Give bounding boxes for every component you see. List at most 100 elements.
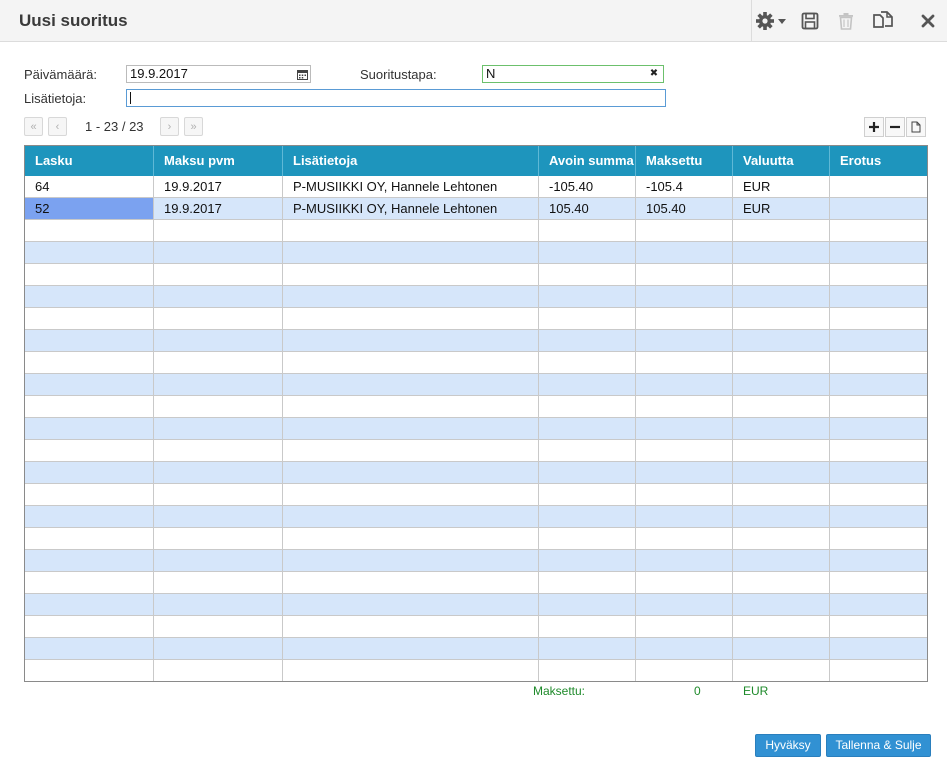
table-cell[interactable]: [154, 330, 283, 352]
table-row[interactable]: [25, 572, 927, 594]
pager-next-button[interactable]: ›: [160, 117, 179, 136]
table-cell[interactable]: [733, 440, 830, 462]
table-cell[interactable]: [25, 572, 154, 594]
table-cell[interactable]: [25, 660, 154, 681]
table-cell[interactable]: P-MUSIIKKI OY, Hannele Lehtonen: [283, 198, 539, 220]
table-cell[interactable]: [636, 660, 733, 681]
pager-prev-button[interactable]: ‹: [48, 117, 67, 136]
table-cell[interactable]: [154, 528, 283, 550]
table-cell[interactable]: [154, 484, 283, 506]
table-cell[interactable]: [154, 572, 283, 594]
table-cell[interactable]: [636, 572, 733, 594]
table-cell[interactable]: [25, 484, 154, 506]
table-cell[interactable]: [733, 418, 830, 440]
table-cell[interactable]: [539, 286, 636, 308]
table-row[interactable]: [25, 330, 927, 352]
table-cell[interactable]: [733, 352, 830, 374]
table-cell[interactable]: [830, 308, 927, 330]
table-cell[interactable]: [830, 572, 927, 594]
table-cell[interactable]: [636, 616, 733, 638]
table-cell[interactable]: [733, 616, 830, 638]
table-cell[interactable]: 105.40: [636, 198, 733, 220]
table-cell[interactable]: [830, 506, 927, 528]
table-cell[interactable]: [283, 594, 539, 616]
table-row[interactable]: 52 19.9.2017 P-MUSIIKKI OY, Hannele Lehton…: [25, 198, 927, 220]
table-row[interactable]: [25, 616, 927, 638]
clear-icon[interactable]: ✖: [647, 67, 661, 81]
table-cell[interactable]: 19.9.2017: [154, 176, 283, 198]
table-cell[interactable]: [539, 374, 636, 396]
table-cell[interactable]: [25, 506, 154, 528]
table-cell[interactable]: [539, 550, 636, 572]
table-cell[interactable]: [283, 440, 539, 462]
table-cell[interactable]: -105.4: [636, 176, 733, 198]
table-row[interactable]: 64 19.9.2017 P-MUSIIKKI OY, Hannele Lehton…: [25, 176, 927, 198]
table-cell[interactable]: [25, 264, 154, 286]
table-cell[interactable]: [25, 462, 154, 484]
table-row[interactable]: [25, 396, 927, 418]
table-row[interactable]: [25, 418, 927, 440]
table-row[interactable]: [25, 220, 927, 242]
pager-last-button[interactable]: »: [184, 117, 203, 136]
table-cell[interactable]: [25, 638, 154, 660]
table-cell[interactable]: [25, 286, 154, 308]
table-cell[interactable]: [733, 264, 830, 286]
table-cell[interactable]: [733, 396, 830, 418]
column-header-avoin-summa[interactable]: Avoin summa: [539, 146, 636, 176]
table-cell[interactable]: [539, 418, 636, 440]
table-row[interactable]: [25, 440, 927, 462]
table-cell[interactable]: [154, 506, 283, 528]
save-close-button[interactable]: Tallenna & Sulje: [826, 734, 931, 757]
table-cell[interactable]: [733, 308, 830, 330]
table-cell[interactable]: [539, 506, 636, 528]
table-cell[interactable]: [830, 242, 927, 264]
table-cell[interactable]: [283, 308, 539, 330]
table-cell[interactable]: EUR: [733, 176, 830, 198]
table-cell[interactable]: [733, 484, 830, 506]
table-cell[interactable]: [25, 374, 154, 396]
table-cell[interactable]: [830, 352, 927, 374]
table-cell[interactable]: [636, 264, 733, 286]
table-cell[interactable]: [283, 616, 539, 638]
table-row[interactable]: [25, 638, 927, 660]
table-cell[interactable]: 64: [25, 176, 154, 198]
table-cell[interactable]: [636, 352, 733, 374]
column-header-maksettu[interactable]: Maksettu: [636, 146, 733, 176]
table-cell[interactable]: [154, 616, 283, 638]
table-cell[interactable]: [25, 308, 154, 330]
table-row[interactable]: [25, 484, 927, 506]
add-row-button[interactable]: [864, 117, 884, 137]
table-cell[interactable]: [636, 330, 733, 352]
table-cell[interactable]: [636, 594, 733, 616]
remove-row-button[interactable]: [885, 117, 905, 137]
table-cell[interactable]: [283, 506, 539, 528]
table-cell[interactable]: [733, 572, 830, 594]
table-row[interactable]: [25, 462, 927, 484]
table-row[interactable]: [25, 352, 927, 374]
table-cell[interactable]: [283, 242, 539, 264]
table-cell[interactable]: [539, 594, 636, 616]
column-header-valuutta[interactable]: Valuutta: [733, 146, 830, 176]
table-cell[interactable]: [733, 660, 830, 681]
table-cell[interactable]: [539, 616, 636, 638]
table-cell[interactable]: [283, 550, 539, 572]
table-row[interactable]: [25, 528, 927, 550]
table-cell[interactable]: [25, 330, 154, 352]
table-cell[interactable]: [636, 220, 733, 242]
table-cell[interactable]: [539, 462, 636, 484]
info-input[interactable]: [126, 89, 666, 107]
table-cell[interactable]: [154, 638, 283, 660]
table-cell[interactable]: [636, 242, 733, 264]
table-cell[interactable]: [733, 374, 830, 396]
table-cell[interactable]: [830, 440, 927, 462]
table-cell[interactable]: [25, 550, 154, 572]
table-cell[interactable]: [283, 528, 539, 550]
table-cell[interactable]: [25, 440, 154, 462]
table-cell[interactable]: [830, 638, 927, 660]
table-cell[interactable]: [25, 594, 154, 616]
table-cell[interactable]: 105.40: [539, 198, 636, 220]
table-cell[interactable]: [830, 220, 927, 242]
table-cell[interactable]: [154, 352, 283, 374]
table-cell[interactable]: [830, 528, 927, 550]
table-cell[interactable]: [539, 528, 636, 550]
